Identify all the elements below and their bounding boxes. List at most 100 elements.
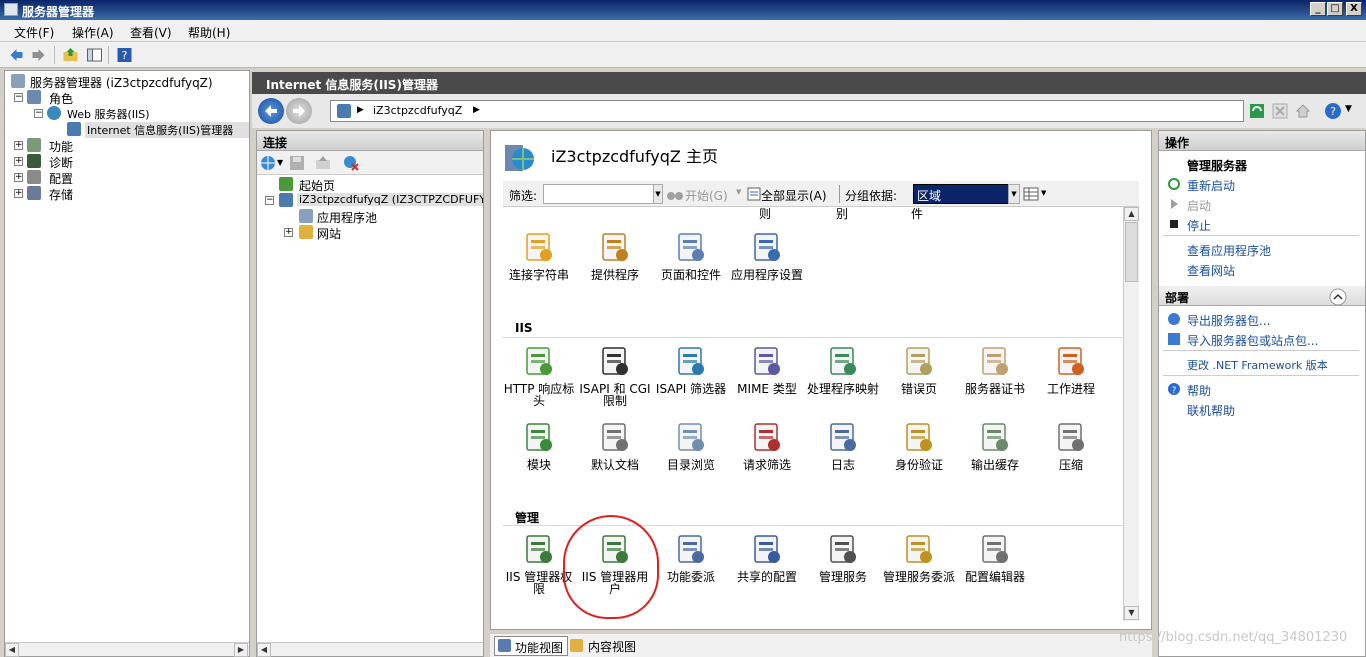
view-sites-action[interactable]: 查看网站 [1187,262,1235,279]
menu-view[interactable]: 查看(V) [130,24,172,41]
tree-storage[interactable]: 存储 [49,186,73,203]
feature-modules[interactable]: 模块 [501,421,577,471]
feature-compress[interactable]: 压缩 [1033,421,1109,471]
tree-config[interactable]: 配置 [49,170,73,187]
online-help-action[interactable]: 联机帮助 [1187,402,1235,419]
change-net-version-action[interactable]: 更改 .NET Framework 版本 [1187,357,1328,373]
export-package-action[interactable]: 导出服务器包... [1187,312,1270,329]
connect-globe-icon[interactable] [260,155,276,171]
tree-iis-manager[interactable]: Internet 信息服务(IIS)管理器 [85,122,249,138]
diagnostics-expand-toggle[interactable]: + [14,157,23,166]
view-app-pools-action[interactable]: 查看应用程序池 [1187,242,1271,259]
back-nav-button[interactable] [258,98,284,124]
feature-handler[interactable]: 处理程序映射 [805,345,881,395]
address-separator-2[interactable]: ▶ [473,105,480,115]
filter-dropdown-icon[interactable]: ▼ [653,184,663,204]
scroll-right-button[interactable]: ▶ [234,643,248,657]
scroll-up-button[interactable]: ▲ [1124,207,1139,221]
feature-default-doc[interactable]: 默认文档 [577,421,653,471]
start-filter-button[interactable]: 开始(G) [685,187,728,204]
group-by-dropdown-icon[interactable]: ▼ [1008,184,1020,204]
tree-web-server[interactable]: Web 服务器(IIS) [67,106,150,122]
address-field[interactable]: ▶ iZ3ctpzcdfufyqZ ▶ [330,100,1244,122]
server-collapse-toggle[interactable]: − [265,196,274,205]
feature-mime[interactable]: MIME 类型 [729,345,805,395]
feature-user-db[interactable]: 提供程序 [577,231,653,281]
up-folder-icon[interactable] [62,47,79,63]
feature-delegation[interactable]: 功能委派 [653,533,729,583]
stop-icon[interactable] [1272,103,1288,119]
conn-server[interactable]: iZ3ctpzcdfufyqZ (IZ3CTPZCDFUFYQ [297,193,483,206]
features-vertical-scrollbar[interactable]: ▲ ▼ [1123,207,1139,621]
feature-cgi[interactable]: ISAPI 和 CGI 限制 [577,345,653,407]
save-icon[interactable] [289,155,305,171]
help-circle-icon[interactable]: ? [1324,102,1342,120]
config-expand-toggle[interactable]: + [14,173,23,182]
roles-collapse-toggle[interactable]: − [14,93,23,102]
help-action[interactable]: 帮助 [1187,382,1211,399]
feature-mgmt-service[interactable]: 管理服务 [805,533,881,583]
show-hide-tree-icon[interactable] [86,47,103,63]
connections-horizontal-scrollbar[interactable]: ◀ [257,642,483,657]
minimize-button[interactable]: _ [1310,2,1326,16]
feature-cache[interactable]: 输出缓存 [957,421,1033,471]
start-action[interactable]: 启动 [1187,197,1211,214]
scroll-left-button[interactable]: ◀ [257,643,271,657]
web-collapse-toggle[interactable]: − [34,109,43,118]
tree-roles[interactable]: 角色 [49,90,73,107]
view-mode-icon[interactable] [1023,187,1039,201]
scroll-left-button[interactable]: ◀ [5,643,19,657]
home-icon[interactable] [1295,103,1311,119]
group-by-select[interactable]: 区域 [913,184,1011,204]
delete-connection-icon[interactable] [343,155,359,171]
up-level-icon[interactable] [315,155,331,171]
back-arrow-icon[interactable] [8,47,25,63]
stop-action[interactable]: 停止 [1187,217,1211,234]
forward-arrow-icon[interactable] [30,47,47,63]
address-server[interactable]: iZ3ctpzcdfufyqZ [373,104,462,117]
feature-config-editor[interactable]: 配置编辑器 [957,533,1033,583]
forward-nav-button[interactable] [286,98,312,124]
feature-app-settings[interactable]: 应用程序设置 [729,231,805,281]
help-icon[interactable]: ? [116,47,133,63]
feature-http[interactable]: HTTP 响应标头 [501,345,577,407]
conn-app-pools[interactable]: 应用程序池 [317,209,377,226]
feature-page-controls[interactable]: 页面和控件 [653,231,729,281]
tree-horizontal-scrollbar[interactable]: ◀ ▶ [5,642,249,657]
binoculars-icon[interactable] [667,187,683,201]
start-filter-dropdown-icon[interactable]: ▼ [736,188,741,196]
feature-db[interactable]: 连接字符串 [501,231,577,281]
scroll-down-button[interactable]: ▼ [1124,606,1139,620]
import-package-action[interactable]: 导入服务器包或站点包... [1187,332,1318,349]
tree-features[interactable]: 功能 [49,138,73,155]
show-all-button[interactable]: 全部显示(A) [761,187,827,204]
feature-request-filter[interactable]: 请求筛选 [729,421,805,471]
storage-expand-toggle[interactable]: + [14,189,23,198]
restart-action[interactable]: 重新启动 [1187,177,1235,194]
scroll-thumb[interactable] [1125,222,1138,282]
feature-auth[interactable]: 身份验证 [881,421,957,471]
content-view-tab[interactable]: 内容视图 [588,638,636,655]
feature-shared-config[interactable]: 共享的配置 [729,533,805,583]
features-expand-toggle[interactable]: + [14,141,23,150]
menu-help[interactable]: 帮助(H) [188,24,230,41]
feature-globe-filter[interactable]: ISAPI 筛选器 [653,345,729,395]
collapse-chevron-icon[interactable] [1329,288,1347,306]
help-dropdown-icon[interactable]: ▼ [1345,104,1352,114]
tree-root[interactable]: 服务器管理器 (iZ3ctpzcdfufyqZ) [30,74,213,91]
feature-mgmt-delegation[interactable]: 管理服务委派 [881,533,957,583]
conn-start-page[interactable]: 起始页 [299,177,335,194]
feature-log[interactable]: 日志 [805,421,881,471]
close-button[interactable]: X [1346,2,1362,16]
view-mode-dropdown-icon[interactable]: ▼ [1041,189,1046,197]
conn-sites[interactable]: 网站 [317,225,341,242]
feature-certificate[interactable]: 服务器证书 [957,345,1033,395]
address-separator[interactable]: ▶ [357,105,364,115]
maximize-button[interactable]: □ [1327,2,1343,16]
sites-expand-toggle[interactable]: + [284,228,293,237]
refresh-icon[interactable] [1249,103,1265,119]
menu-file[interactable]: 文件(F) [14,24,54,41]
menu-action[interactable]: 操作(A) [72,24,114,41]
tree-diagnostics[interactable]: 诊断 [49,154,73,171]
connect-dropdown-icon[interactable]: ▼ [277,158,283,167]
